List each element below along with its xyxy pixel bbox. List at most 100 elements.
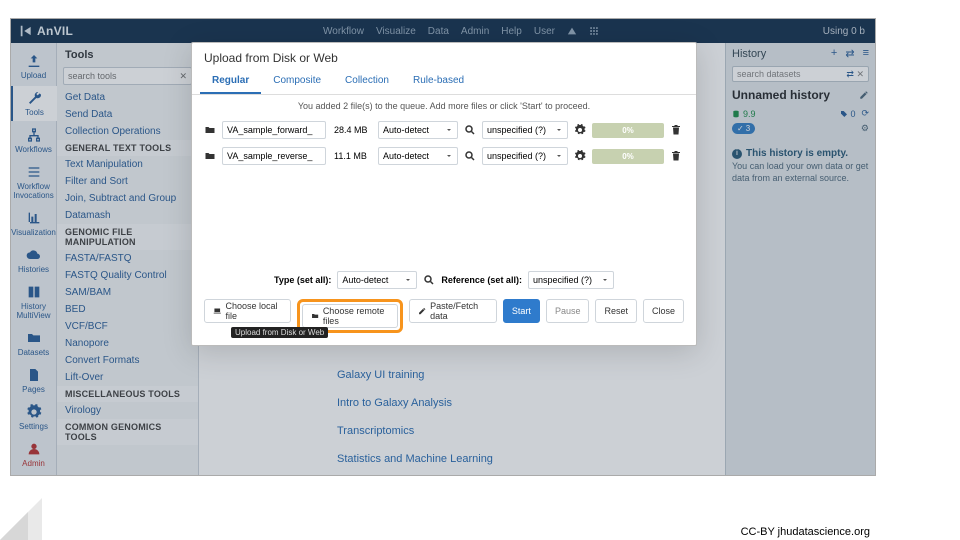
tool-section-header: MISCELLANEOUS TOOLS: [57, 386, 198, 402]
history-search[interactable]: search datasets ⇄ ✕: [732, 66, 869, 82]
tool-category[interactable]: VCF/BCF: [57, 318, 198, 335]
file-size: 11.1 MB: [332, 151, 372, 161]
nav-tools[interactable]: Tools: [11, 86, 57, 121]
trash-icon[interactable]: [670, 150, 682, 162]
tag-icon[interactable]: [840, 110, 848, 118]
search-icon[interactable]: [464, 150, 476, 162]
top-menu-item[interactable]: Help: [501, 26, 522, 37]
tool-category[interactable]: Convert Formats: [57, 352, 198, 369]
brand-logo[interactable]: AnVIL: [11, 24, 103, 38]
tools-search[interactable]: search tools ✕: [63, 67, 192, 85]
status-badge[interactable]: ✓ 3: [732, 123, 755, 134]
history-size: 9.9: [743, 109, 756, 119]
nav-histories[interactable]: Histories: [11, 243, 57, 278]
file-reference-select[interactable]: unspecified (?): [482, 121, 568, 139]
book-icon: [26, 284, 42, 300]
gear-icon[interactable]: ⚙: [861, 123, 869, 134]
file-type-select[interactable]: Auto-detect: [378, 121, 458, 139]
top-menu-item[interactable]: User: [534, 26, 555, 37]
switch-icon[interactable]: ⇄: [845, 47, 854, 60]
file-name-field[interactable]: VA_sample_forward_: [222, 121, 326, 139]
nav-workflows[interactable]: Workflows: [11, 123, 57, 158]
nav-upload[interactable]: Upload: [11, 49, 57, 84]
tool-category[interactable]: BED: [57, 301, 198, 318]
close-button[interactable]: Close: [643, 299, 684, 323]
search-icon[interactable]: [423, 274, 435, 286]
top-menu-item[interactable]: Admin: [461, 26, 489, 37]
type-set-all-label: Type (set all):: [274, 275, 331, 285]
top-menu-item[interactable]: Data: [428, 26, 449, 37]
file-name-field[interactable]: VA_sample_reverse_: [222, 147, 326, 165]
gear-icon: [26, 404, 42, 420]
tool-category[interactable]: Send Data: [57, 106, 198, 123]
tab-rule-based[interactable]: Rule-based: [401, 69, 476, 94]
start-button[interactable]: Start: [503, 299, 540, 323]
left-nav: Upload Tools Workflows Workflow Invocati…: [11, 43, 57, 475]
top-menu-item[interactable]: Visualize: [376, 26, 416, 37]
tab-regular[interactable]: Regular: [200, 69, 261, 94]
tool-section-header: GENERAL TEXT TOOLS: [57, 140, 198, 156]
nav-visualization[interactable]: Visualization: [11, 206, 57, 241]
grid-icon[interactable]: [589, 26, 599, 36]
chevron-down-icon: [601, 276, 609, 284]
tool-category[interactable]: Lift-Over: [57, 369, 198, 386]
tool-category[interactable]: FASTA/FASTQ: [57, 250, 198, 267]
scratch-icon[interactable]: [567, 26, 577, 36]
chevron-down-icon: [555, 126, 563, 134]
usage-indicator: Using 0 b: [823, 26, 875, 37]
ref-set-all-select[interactable]: unspecified (?): [528, 271, 614, 289]
tool-category[interactable]: Filter and Sort: [57, 173, 198, 190]
tab-composite[interactable]: Composite: [261, 69, 333, 94]
plus-icon[interactable]: +: [831, 47, 837, 60]
tool-category[interactable]: FASTQ Quality Control: [57, 267, 198, 284]
tool-category[interactable]: Datamash: [57, 207, 198, 224]
nav-multiview[interactable]: History MultiView: [11, 280, 57, 324]
pause-button[interactable]: Pause: [546, 299, 590, 323]
tool-category[interactable]: Nanopore: [57, 335, 198, 352]
chevron-down-icon: [555, 152, 563, 160]
type-set-all-select[interactable]: Auto-detect: [337, 271, 417, 289]
gear-icon[interactable]: [574, 124, 586, 136]
tool-category[interactable]: SAM/BAM: [57, 284, 198, 301]
tool-category[interactable]: Collection Operations: [57, 123, 198, 140]
tab-collection[interactable]: Collection: [333, 69, 401, 94]
file-size: 28.4 MB: [332, 125, 372, 135]
pencil-icon[interactable]: [859, 90, 869, 100]
tutorial-link[interactable]: Intro to Galaxy Analysis: [337, 397, 493, 409]
tool-category[interactable]: Join, Subtract and Group: [57, 190, 198, 207]
search-icon[interactable]: [464, 124, 476, 136]
menu-icon[interactable]: ≡: [863, 47, 869, 60]
tool-category[interactable]: Get Data: [57, 89, 198, 106]
top-menu-item[interactable]: Workflow: [323, 26, 364, 37]
switch-icon[interactable]: ⇄: [846, 69, 854, 79]
nav-datasets[interactable]: Datasets: [11, 326, 57, 361]
nav-admin[interactable]: Admin: [11, 437, 57, 472]
nav-invocations[interactable]: Workflow Invocations: [11, 160, 57, 204]
choose-local-button[interactable]: Choose local file: [204, 299, 291, 323]
tutorial-link[interactable]: Transcriptomics: [337, 425, 493, 437]
file-reference-select[interactable]: unspecified (?): [482, 147, 568, 165]
info-icon: i: [732, 149, 742, 159]
tutorial-link[interactable]: Galaxy UI training: [337, 369, 493, 381]
nav-settings[interactable]: Settings: [11, 400, 57, 435]
attribution: CC-BY jhudatascience.org: [741, 526, 870, 538]
wrench-icon: [27, 90, 43, 106]
paste-fetch-button[interactable]: Paste/Fetch data: [409, 299, 497, 323]
tool-category[interactable]: Virology: [57, 402, 198, 419]
reset-button[interactable]: Reset: [595, 299, 637, 323]
folder-icon: [204, 150, 216, 162]
trash-icon[interactable]: [670, 124, 682, 136]
gear-icon[interactable]: [574, 150, 586, 162]
upload-file-row: VA_sample_reverse_ 11.1 MB Auto-detect unsp…: [204, 147, 684, 165]
refresh-icon[interactable]: ⟳: [861, 108, 869, 119]
history-name[interactable]: Unnamed history: [732, 88, 830, 102]
clear-icon[interactable]: ✕: [179, 71, 187, 82]
cloud-icon: [26, 247, 42, 263]
page-corner-icon: [0, 498, 42, 540]
nav-pages[interactable]: Pages: [11, 363, 57, 398]
file-type-select[interactable]: Auto-detect: [378, 147, 458, 165]
choose-remote-button[interactable]: Choose remote files: [302, 304, 398, 328]
tutorial-link[interactable]: Statistics and Machine Learning: [337, 453, 493, 465]
clear-icon[interactable]: ✕: [856, 69, 864, 79]
tool-category[interactable]: Text Manipulation: [57, 156, 198, 173]
